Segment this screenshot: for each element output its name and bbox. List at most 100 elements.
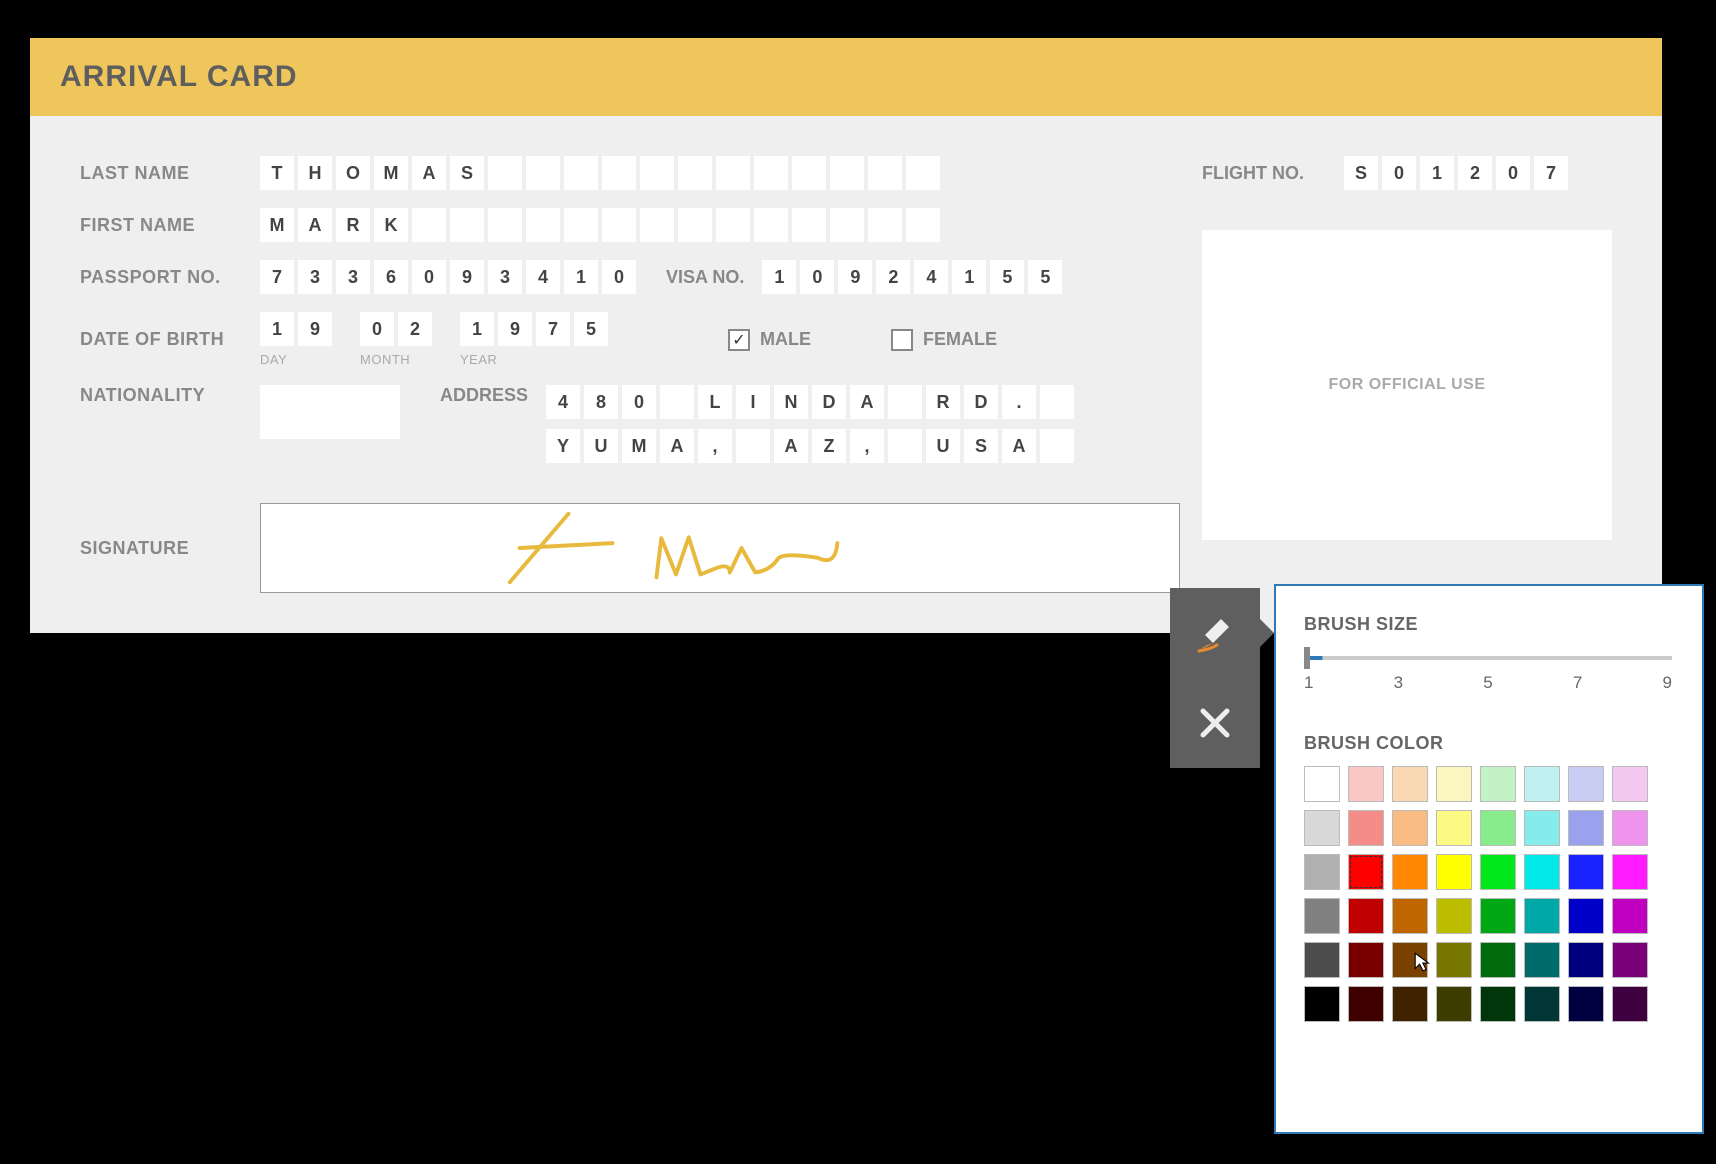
char-cell[interactable]: S (1344, 156, 1378, 190)
cells-visa[interactable]: 10924155 (762, 260, 1062, 294)
char-cell[interactable] (678, 208, 712, 242)
checkbox-male[interactable]: ✓ MALE (728, 329, 811, 351)
color-swatch[interactable] (1348, 986, 1384, 1022)
char-cell[interactable]: D (812, 385, 846, 419)
color-swatch[interactable] (1524, 942, 1560, 978)
char-cell[interactable] (640, 156, 674, 190)
color-swatch[interactable] (1304, 854, 1340, 890)
char-cell[interactable]: A (298, 208, 332, 242)
char-cell[interactable]: H (298, 156, 332, 190)
char-cell[interactable]: 5 (990, 260, 1024, 294)
color-swatch[interactable] (1304, 986, 1340, 1022)
char-cell[interactable]: A (774, 429, 808, 463)
color-swatch[interactable] (1480, 986, 1516, 1022)
char-cell[interactable]: 9 (298, 312, 332, 346)
char-cell[interactable] (526, 208, 560, 242)
char-cell[interactable]: 3 (488, 260, 522, 294)
color-swatch[interactable] (1568, 898, 1604, 934)
color-swatch[interactable] (1304, 766, 1340, 802)
color-swatch[interactable] (1568, 766, 1604, 802)
char-cell[interactable]: U (584, 429, 618, 463)
char-cell[interactable]: , (698, 429, 732, 463)
color-swatch[interactable] (1436, 766, 1472, 802)
char-cell[interactable]: 5 (574, 312, 608, 346)
color-swatch[interactable] (1304, 898, 1340, 934)
char-cell[interactable]: 0 (800, 260, 834, 294)
char-cell[interactable] (754, 156, 788, 190)
char-cell[interactable] (488, 156, 522, 190)
cells-dob-month[interactable]: 02 (360, 312, 432, 346)
cells-address-1[interactable]: 480LINDARD. (546, 385, 1074, 419)
char-cell[interactable]: 7 (1534, 156, 1568, 190)
cells-address-2[interactable]: YUMA,AZ,USA (546, 429, 1074, 463)
signature-box[interactable] (260, 503, 1180, 593)
color-swatch[interactable] (1568, 942, 1604, 978)
char-cell[interactable]: Z (812, 429, 846, 463)
char-cell[interactable]: M (260, 208, 294, 242)
char-cell[interactable]: U (926, 429, 960, 463)
color-swatch[interactable] (1568, 810, 1604, 846)
char-cell[interactable]: 1 (1420, 156, 1454, 190)
checkbox-female[interactable]: FEMALE (891, 329, 997, 351)
char-cell[interactable]: N (774, 385, 808, 419)
char-cell[interactable]: T (260, 156, 294, 190)
color-swatch[interactable] (1524, 898, 1560, 934)
char-cell[interactable]: 0 (622, 385, 656, 419)
char-cell[interactable]: A (1002, 429, 1036, 463)
char-cell[interactable]: 2 (876, 260, 910, 294)
checkbox-male-box[interactable]: ✓ (728, 329, 750, 351)
char-cell[interactable]: M (622, 429, 656, 463)
char-cell[interactable]: 6 (374, 260, 408, 294)
char-cell[interactable]: A (660, 429, 694, 463)
cells-passport[interactable]: 7336093410 (260, 260, 636, 294)
color-swatch[interactable] (1304, 942, 1340, 978)
char-cell[interactable] (888, 429, 922, 463)
char-cell[interactable]: 1 (260, 312, 294, 346)
char-cell[interactable] (1040, 385, 1074, 419)
char-cell[interactable]: 1 (952, 260, 986, 294)
char-cell[interactable]: 1 (564, 260, 598, 294)
char-cell[interactable]: 7 (536, 312, 570, 346)
color-swatch[interactable] (1524, 986, 1560, 1022)
char-cell[interactable] (792, 156, 826, 190)
color-swatch[interactable] (1612, 810, 1648, 846)
color-swatch[interactable] (1348, 898, 1384, 934)
char-cell[interactable]: 2 (398, 312, 432, 346)
color-swatch[interactable] (1436, 942, 1472, 978)
color-swatch[interactable] (1612, 854, 1648, 890)
cells-dob-year[interactable]: 1975 (460, 312, 608, 346)
char-cell[interactable] (640, 208, 674, 242)
color-swatch[interactable] (1392, 854, 1428, 890)
color-swatch[interactable] (1392, 898, 1428, 934)
color-swatch[interactable] (1612, 986, 1648, 1022)
char-cell[interactable] (736, 429, 770, 463)
color-swatch[interactable] (1436, 810, 1472, 846)
brush-size-slider[interactable] (1304, 656, 1672, 660)
cells-flight[interactable]: S01207 (1344, 156, 1568, 190)
char-cell[interactable]: R (336, 208, 370, 242)
color-swatch[interactable] (1436, 986, 1472, 1022)
char-cell[interactable]: 3 (336, 260, 370, 294)
char-cell[interactable]: 0 (1496, 156, 1530, 190)
char-cell[interactable]: 0 (1382, 156, 1416, 190)
char-cell[interactable]: . (1002, 385, 1036, 419)
color-swatch[interactable] (1304, 810, 1340, 846)
color-swatch[interactable] (1392, 766, 1428, 802)
char-cell[interactable]: D (964, 385, 998, 419)
char-cell[interactable] (564, 156, 598, 190)
color-swatch[interactable] (1480, 810, 1516, 846)
brush-tool-button[interactable] (1170, 588, 1260, 678)
color-swatch[interactable] (1436, 898, 1472, 934)
char-cell[interactable]: I (736, 385, 770, 419)
color-swatch[interactable] (1568, 854, 1604, 890)
char-cell[interactable]: 9 (838, 260, 872, 294)
char-cell[interactable]: , (850, 429, 884, 463)
color-swatch[interactable] (1348, 766, 1384, 802)
char-cell[interactable] (830, 208, 864, 242)
char-cell[interactable] (488, 208, 522, 242)
color-swatch[interactable] (1524, 766, 1560, 802)
color-swatch[interactable] (1392, 986, 1428, 1022)
color-swatch[interactable] (1568, 986, 1604, 1022)
char-cell[interactable] (602, 156, 636, 190)
char-cell[interactable] (602, 208, 636, 242)
